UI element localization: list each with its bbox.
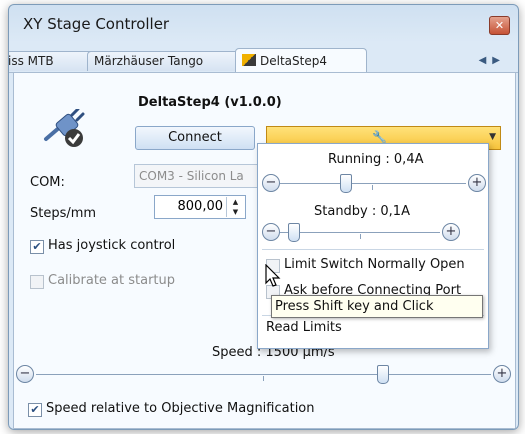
tab-label: iss MTB: [8, 54, 54, 68]
connect-button[interactable]: Connect: [135, 126, 255, 150]
deltastep-icon: [242, 54, 256, 66]
has-joystick-checkbox[interactable]: ✔: [30, 240, 44, 254]
title-bar: XY Stage Controller ✕: [9, 5, 518, 43]
tab-deltastep4[interactable]: DeltaStep4: [235, 48, 367, 73]
speed-track-line: [36, 374, 491, 375]
standby-minus-button[interactable]: −: [262, 223, 280, 241]
com-port-select[interactable]: COM3 - Silicon La: [134, 164, 275, 188]
speed-relative-checkbox[interactable]: ✔: [28, 403, 42, 417]
settings-popup: Running : 0,4A − + Standby : 0,1A − + Li…: [257, 143, 489, 349]
plug-connected-icon: [44, 109, 85, 147]
tab-label: DeltaStep4: [260, 54, 327, 68]
steps-per-mm-stepper[interactable]: 800,00 ▲ ▼: [154, 195, 246, 219]
spin-buttons[interactable]: ▲ ▼: [226, 197, 244, 217]
running-tick: [372, 185, 373, 190]
limit-switch-label: Limit Switch Normally Open: [284, 257, 465, 272]
calibrate-label: Calibrate at startup: [48, 273, 176, 288]
close-button[interactable]: ✕: [489, 16, 510, 35]
speed-thumb[interactable]: [376, 365, 389, 384]
tab-prev-button[interactable]: ◀: [479, 55, 493, 66]
standby-tick: [360, 234, 361, 239]
speed-tick: [263, 376, 264, 381]
steps-value: 800,00: [177, 199, 224, 214]
tab-iss-mtb[interactable]: iss MTB: [8, 51, 97, 71]
running-plus-button[interactable]: +: [468, 174, 486, 192]
mouse-pointer-icon: [265, 264, 281, 287]
window-title: XY Stage Controller: [23, 15, 170, 33]
tab-strip: iss MTB Märzhäuser Tango DeltaStep4 ◀▶: [9, 45, 518, 73]
tab-scroll-buttons: ◀▶: [479, 55, 506, 66]
speed-minus-button[interactable]: −: [16, 365, 34, 383]
com-label: COM:: [30, 175, 65, 190]
standby-label: Standby : 0,1A: [314, 204, 410, 219]
running-label: Running : 0,4A: [328, 152, 424, 167]
steps-label: Steps/mm: [30, 206, 97, 221]
speed-relative-label: Speed relative to Objective Magnificatio…: [46, 401, 315, 416]
tab-marzhauser-tango[interactable]: Märzhäuser Tango: [87, 51, 245, 71]
tab-label: Märzhäuser Tango: [94, 54, 204, 68]
calibrate-checkbox[interactable]: [30, 275, 44, 289]
has-joystick-label: Has joystick control: [48, 238, 176, 253]
running-thumb[interactable]: [340, 174, 353, 193]
popup-separator: [262, 249, 484, 250]
running-minus-button[interactable]: −: [262, 174, 280, 192]
running-track-line: [280, 183, 466, 184]
tab-next-button[interactable]: ▶: [492, 55, 506, 66]
read-limits-item[interactable]: Read Limits: [266, 320, 342, 335]
standby-plus-button[interactable]: +: [442, 223, 460, 241]
speed-plus-button[interactable]: +: [493, 365, 511, 383]
speed-slider[interactable]: − +: [16, 364, 512, 384]
standby-thumb[interactable]: [287, 223, 300, 242]
chevron-down-icon: ▼: [489, 132, 496, 142]
device-title: DeltaStep4 (v1.0.0): [138, 95, 282, 110]
standby-track-line: [280, 232, 440, 233]
tooltip: Press Shift key and Click: [271, 295, 483, 318]
